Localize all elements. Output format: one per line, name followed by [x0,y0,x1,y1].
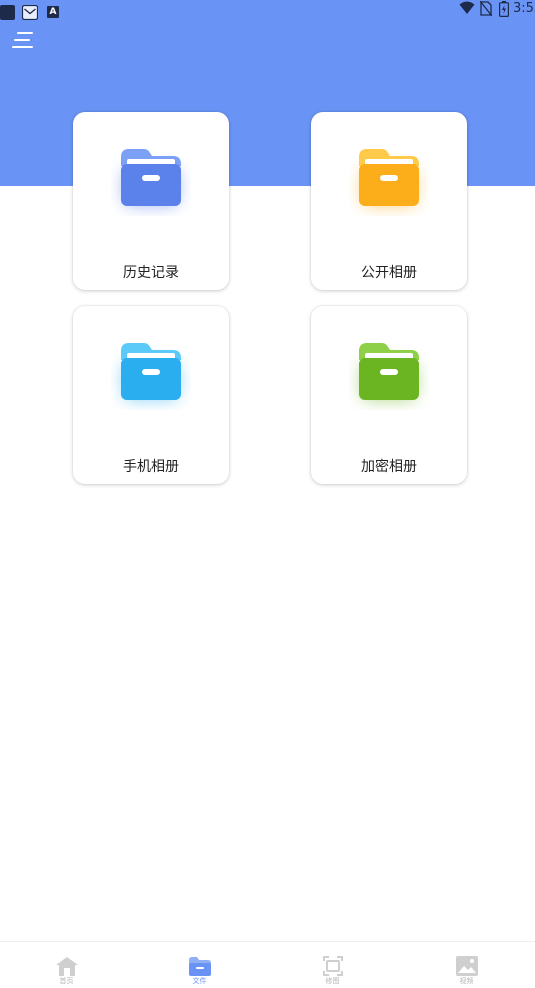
card-phone-album[interactable]: 手机相册 [73,306,229,484]
card-public-album[interactable]: 公开相册 [311,112,467,290]
home-icon [55,957,78,976]
mail-icon [22,5,38,20]
battery-icon [499,1,509,17]
card-label: 公开相册 [361,265,417,281]
nav-label: 视频 [459,977,474,985]
nav-label: 首页 [59,977,74,985]
nav-item-home[interactable]: 首页 [0,942,133,988]
nav-item-edit[interactable]: 修图 [266,942,399,988]
nav-item-video[interactable]: 视频 [400,942,533,988]
card-label: 历史记录 [123,265,179,281]
no-sim-icon [480,1,492,16]
folder-icon [188,957,211,976]
card-history[interactable]: 历史记录 [73,112,229,290]
folder-icon [121,343,181,400]
image-icon [455,956,478,976]
bottom-nav: 首页 文件 修图 视频 [0,941,535,988]
status-bar: A 3:52 [0,0,535,24]
card-label: 加密相册 [361,459,417,475]
nav-item-files[interactable]: 文件 [133,942,266,988]
nav-label: 修图 [325,977,340,985]
app-icon [0,5,15,20]
folder-icon [359,343,419,400]
wifi-icon [459,1,475,14]
a-icon: A [47,6,59,18]
folder-icon [359,149,419,206]
card-encrypted-album[interactable]: 加密相册 [311,306,467,484]
card-label: 手机相册 [123,459,179,475]
menu-icon[interactable] [11,30,35,50]
status-time: 3:52 [513,1,535,16]
crop-icon [322,956,343,976]
folder-icon [121,149,181,206]
nav-label: 文件 [192,977,207,985]
